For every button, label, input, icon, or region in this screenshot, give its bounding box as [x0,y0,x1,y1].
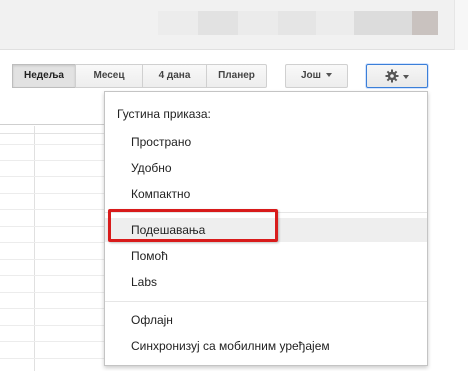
settings-button[interactable] [366,64,428,88]
calendar-grid-row-line [0,176,106,177]
settings-dropdown-menu: Густина приказа: Пространo Удобно Компак… [104,91,428,366]
chevron-down-icon [326,73,332,78]
calendar-grid-row-line [0,275,106,276]
menu-item-mobile-sync[interactable]: Синхронизуј са мобилним уређајем [105,334,427,358]
menu-item-label: Labs [131,275,158,289]
calendar-grid-row-line [0,292,106,293]
menu-separator [105,301,427,302]
gear-icon [385,69,399,83]
calendar-grid-row-line [0,209,106,210]
calendar-grid-row-line [0,193,106,194]
view-month-button[interactable]: Месец [75,64,142,88]
header-edge [454,0,468,50]
calendar-grid-row-line [0,358,106,359]
menu-item-density-comfortable[interactable]: Удобно [105,156,427,180]
chevron-down-icon [403,75,409,79]
menu-item-help[interactable]: Помоћ [105,244,427,268]
calendar-grid-row-line [0,308,106,309]
menu-item-settings[interactable]: Подешавања [105,218,427,242]
menu-item-label: Подешавања [131,223,206,237]
blurred-region [278,11,316,35]
menu-item-label: Офлајн [131,313,173,327]
menu-item-labs[interactable]: Labs [105,270,427,294]
more-button-label: Још [300,70,321,81]
calendar-grid-header-line [0,124,106,125]
top-header [0,0,468,50]
blurred-region [238,11,278,35]
view-4days-button[interactable]: 4 дана [142,64,206,88]
calendar-grid-row-line [0,259,106,260]
calendar-grid-row-line [0,325,106,326]
menu-item-label: Пространo [131,135,192,149]
more-button[interactable]: Још [285,64,348,88]
calendar-grid-row-line [0,341,106,342]
calendar-grid-row-line [0,242,106,243]
menu-item-label: Синхронизуј са мобилним уређајем [131,339,330,353]
menu-separator [105,212,427,213]
calendar-grid-line [0,133,106,134]
menu-item-label: Помоћ [131,249,168,263]
menu-item-label: Удобно [131,161,172,175]
blurred-region [316,11,354,35]
blurred-region [198,11,238,35]
calendar-grid-column-line [34,126,35,371]
blurred-region [354,11,412,35]
calendar-grid-row-line [0,144,106,145]
view-planner-button[interactable]: Планер [206,64,267,88]
menu-item-density-compact[interactable]: Компактно [105,182,427,206]
view-week-button[interactable]: Недеља [12,64,75,88]
menu-item-density-spacious[interactable]: Пространo [105,130,427,154]
calendar-grid-row-line [0,226,106,227]
blurred-region [158,11,198,35]
account-avatar[interactable] [412,11,438,35]
density-heading: Густина приказа: [117,107,211,121]
calendar-grid-row-line [0,160,106,161]
menu-item-offline[interactable]: Офлајн [105,308,427,332]
menu-item-label: Компактно [131,187,191,201]
